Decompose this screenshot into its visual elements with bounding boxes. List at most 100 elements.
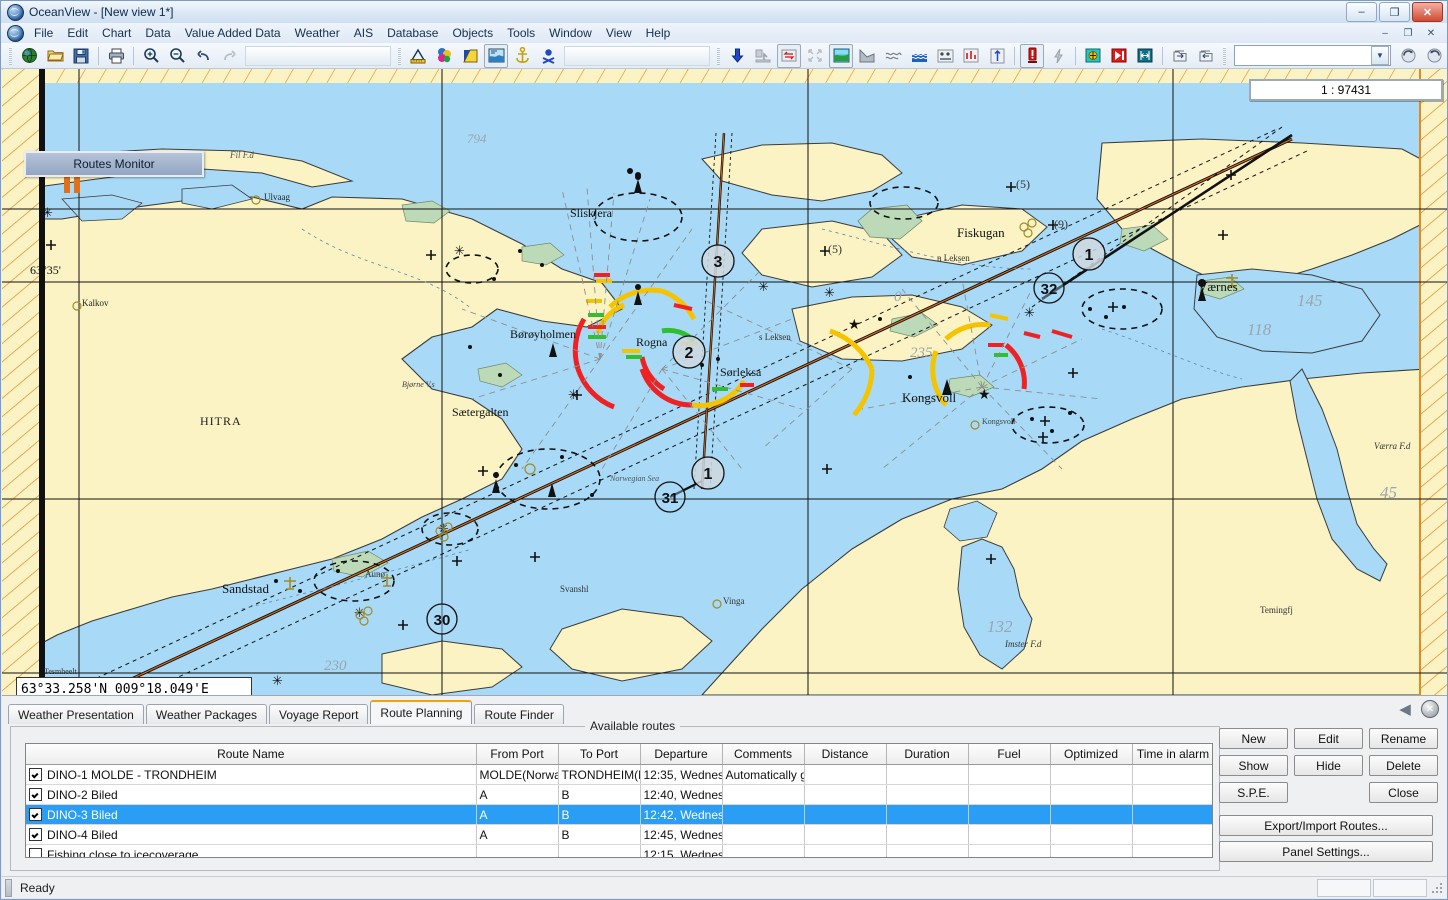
delete-route-button[interactable]: Delete [1369, 755, 1438, 776]
cell-route-name[interactable]: DINO-2 Biled [26, 784, 477, 805]
alarm-icon[interactable] [1020, 43, 1044, 68]
menu-edit[interactable]: Edit [60, 24, 95, 42]
close-button[interactable]: ✕ [1412, 2, 1443, 22]
route-checkbox[interactable] [29, 828, 42, 841]
export-import-routes-button[interactable]: Export/Import Routes... [1219, 815, 1433, 836]
chart-catalog-icon[interactable] [484, 43, 508, 68]
edit-route-button[interactable]: Edit [1294, 728, 1363, 749]
tab-weather-presentation[interactable]: Weather Presentation [8, 704, 144, 724]
globe-icon[interactable] [17, 44, 41, 68]
rename-route-button[interactable]: Rename [1369, 728, 1438, 749]
refresh-a-icon[interactable] [1396, 44, 1420, 68]
col-departure[interactable]: Departure [640, 744, 723, 765]
close-icon[interactable]: ✕ [1421, 700, 1439, 718]
menu-view[interactable]: View [599, 24, 639, 42]
waves-icon[interactable] [881, 44, 905, 68]
menu-database[interactable]: Database [380, 24, 445, 42]
routes-table[interactable]: Route Name From Port To Port Departure C… [26, 744, 1212, 857]
menu-window[interactable]: Window [542, 24, 599, 42]
table-row[interactable]: Fishing close to icecoverage 12:15, Wedn… [26, 844, 1212, 857]
col-fuel[interactable]: Fuel [968, 744, 1051, 765]
route-icon[interactable] [1133, 44, 1157, 68]
cell-route-name[interactable]: DINO-3 Biled [26, 804, 477, 825]
cell-route-name[interactable]: DINO-4 Biled [26, 824, 477, 845]
col-optimized[interactable]: Optimized [1050, 744, 1133, 765]
weather-map-icon[interactable] [829, 43, 853, 68]
save-disk-icon[interactable] [69, 44, 93, 68]
plus-data-icon[interactable] [959, 44, 983, 68]
import-icon[interactable] [1194, 44, 1218, 68]
safety-icon[interactable] [1081, 44, 1105, 68]
col-route-name[interactable]: Route Name [26, 744, 477, 765]
new-route-button[interactable]: New [1219, 728, 1288, 749]
table-row[interactable]: DINO-1 MOLDE - TRONDHEIM MOLDE(Norway TR… [26, 764, 1212, 785]
route-checkbox[interactable] [29, 788, 42, 801]
menu-chart[interactable]: Chart [95, 24, 138, 42]
nautical-chart[interactable]: ✳✳✳ ✳ ✳✳ ✳✳✳ ★★ 3 2 1 31 30 32 1 63°35' … [2, 69, 1447, 695]
mdi-close-button[interactable]: ✕ [1420, 24, 1442, 42]
anchor-icon[interactable] [510, 44, 534, 68]
menu-data[interactable]: Data [138, 24, 177, 42]
zoom-out-icon[interactable] [165, 44, 189, 68]
updown-icon[interactable] [985, 44, 1009, 68]
toolbar-grip-2[interactable] [398, 46, 401, 65]
measure-icon[interactable] [406, 44, 430, 68]
col-time-in-alarm[interactable]: Time in alarm [1132, 744, 1212, 765]
minimize-button[interactable]: – [1346, 2, 1377, 22]
routes-monitor-window[interactable]: Routes Monitor [24, 151, 204, 177]
resize-grip-icon[interactable] [1430, 881, 1444, 895]
mdi-restore-button[interactable]: ❐ [1397, 24, 1419, 42]
tab-route-finder[interactable]: Route Finder [474, 704, 564, 724]
maximize-button[interactable]: ❐ [1379, 2, 1410, 22]
col-duration[interactable]: Duration [886, 744, 969, 765]
print-icon[interactable] [104, 44, 128, 68]
col-from-port[interactable]: From Port [476, 744, 559, 765]
menu-ais[interactable]: AIS [347, 24, 380, 42]
route-checkbox[interactable] [29, 808, 42, 821]
route-checkbox[interactable] [29, 848, 42, 857]
col-to-port[interactable]: To Port [558, 744, 641, 765]
play-alarm-icon[interactable] [1107, 44, 1131, 68]
chevron-down-icon[interactable]: ▼ [1371, 46, 1389, 65]
menu-weather[interactable]: Weather [288, 24, 347, 42]
swap-icon[interactable] [777, 43, 801, 68]
table-row[interactable]: DINO-2 Biled A B 12:40, Wednesd [26, 784, 1212, 805]
close-panel-button[interactable]: Close [1369, 782, 1438, 803]
table-row-selected[interactable]: DINO-3 Biled A B 12:42, Wednesd [26, 804, 1212, 825]
menu-tools[interactable]: Tools [500, 24, 542, 42]
sea-state-icon[interactable] [907, 44, 931, 68]
col-comments[interactable]: Comments [722, 744, 805, 765]
toolbar-combo[interactable]: ▼ [1234, 45, 1391, 66]
undo-icon[interactable] [191, 44, 215, 68]
toolbar-grip-3[interactable] [717, 46, 720, 65]
zoom-in-icon[interactable] [139, 44, 163, 68]
auto-hide-pin-icon[interactable]: ◀ [1397, 701, 1413, 718]
download-icon[interactable] [725, 44, 749, 68]
menu-objects[interactable]: Objects [445, 24, 500, 42]
cell-route-name[interactable]: Fishing close to icecoverage [26, 844, 477, 857]
routes-grid[interactable]: Route Name From Port To Port Departure C… [25, 743, 1213, 858]
hide-route-button[interactable]: Hide [1294, 755, 1363, 776]
menu-value-added-data[interactable]: Value Added Data [178, 24, 288, 42]
cell-route-name[interactable]: DINO-1 MOLDE - TRONDHEIM [26, 764, 477, 785]
color-palette-icon[interactable] [432, 44, 456, 68]
chart-view[interactable]: ✳ ✳ ✳ ✳ ✳ ✳ ✳ ✳ ✳ ★ ★ 3 2 1 31 30 32 1 6… [2, 69, 1447, 696]
toolbar-grip[interactable] [9, 46, 12, 65]
toolbar-grip-4[interactable] [1223, 46, 1226, 65]
menu-file[interactable]: File [27, 24, 60, 42]
spot-icon[interactable] [933, 44, 957, 68]
menu-help[interactable]: Help [639, 24, 678, 42]
layers-icon[interactable] [458, 44, 482, 68]
col-distance[interactable]: Distance [804, 744, 887, 765]
table-row[interactable]: DINO-4 Biled A B 12:45, Wednesd [26, 824, 1212, 845]
tab-voyage-report[interactable]: Voyage Report [269, 704, 369, 724]
export-icon[interactable] [1168, 44, 1192, 68]
open-folder-icon[interactable] [43, 44, 67, 68]
gradient-icon[interactable] [855, 44, 879, 68]
panel-settings-button[interactable]: Panel Settings... [1219, 841, 1433, 862]
refresh-b-icon[interactable] [1422, 44, 1446, 68]
route-checkbox[interactable] [29, 768, 42, 781]
danger-icon[interactable] [536, 44, 560, 68]
tab-weather-packages[interactable]: Weather Packages [145, 704, 268, 724]
spe-button[interactable]: S.P.E. [1219, 782, 1288, 803]
